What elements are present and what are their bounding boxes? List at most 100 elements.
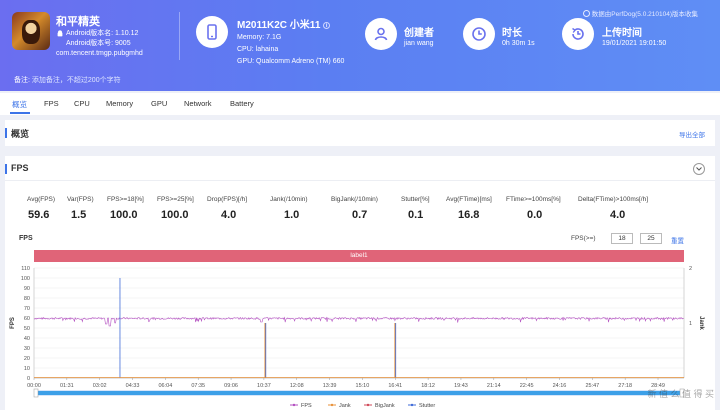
- duration-label: 时长: [502, 28, 522, 39]
- report-header: 和平精英 Android版本名: 1.10.12 Android版本号: 900…: [0, 0, 720, 91]
- x-tick-label: 19:43: [454, 383, 468, 389]
- android-icon: [57, 30, 63, 37]
- metric-label: Drop(FPS)[/h]: [207, 196, 248, 203]
- card-divider: [5, 180, 715, 181]
- android-version-name: Android版本名: 1.10.12: [66, 30, 139, 37]
- metric-value: 1.0: [284, 209, 300, 221]
- active-tab-indicator: [10, 112, 30, 114]
- note-field[interactable]: 备注: 添加备注，不超过200个字符: [14, 75, 121, 85]
- metric-label: Stutter[%]: [401, 196, 430, 203]
- x-tick-label: 24:16: [553, 383, 567, 389]
- metric-label: Jank(/10min): [270, 196, 308, 203]
- x-tick-label: 21:14: [487, 383, 501, 389]
- metric-label: BigJank(/10min): [331, 196, 378, 203]
- y-tick-label: 80: [24, 296, 30, 302]
- tab-network[interactable]: Network: [184, 99, 212, 108]
- clock-icon: [463, 18, 495, 50]
- y2-tick-label: 2: [689, 266, 692, 272]
- x-tick-label: 09:06: [224, 383, 238, 389]
- x-tick-label: 13:39: [323, 383, 337, 389]
- legend-dot: [330, 403, 334, 407]
- x-tick-label: 00:00: [27, 383, 41, 389]
- section-marker: [5, 128, 7, 138]
- app-name: 和平精英: [56, 16, 100, 28]
- metric-label: FPS>=18[%]: [107, 196, 144, 203]
- app-meta: Android版本名: 1.10.12 Android版本号: 9005 com…: [56, 29, 143, 59]
- fps-threshold-input-1[interactable]: [611, 233, 633, 244]
- metric-label: Avg(FPS): [27, 196, 56, 203]
- label-bar[interactable]: label1: [34, 250, 684, 262]
- tab-gpu[interactable]: GPU: [151, 99, 167, 108]
- package-name: com.tencent.tmgp.pubgmhd: [56, 50, 143, 57]
- header-divider: [179, 12, 180, 60]
- y-tick-label: 60: [24, 316, 30, 322]
- metric-value: 1.5: [71, 209, 87, 221]
- x-tick-label: 22:45: [520, 383, 534, 389]
- y2-axis-label: Jank: [698, 316, 704, 330]
- info-icon[interactable]: i: [323, 22, 331, 29]
- tab-cpu[interactable]: CPU: [74, 99, 90, 108]
- x-tick-label: 15:10: [356, 383, 370, 389]
- metric-value: 100.0: [110, 209, 138, 221]
- x-tick-label: 06:04: [158, 383, 172, 389]
- device-model: M2011K2C 小米11 i: [237, 16, 331, 31]
- x-tick-label: 10:37: [257, 383, 271, 389]
- tab-fps[interactable]: FPS: [44, 99, 59, 108]
- metric-value: 0.7: [352, 209, 368, 221]
- y-tick-label: 0: [27, 376, 30, 382]
- tab-memory[interactable]: Memory: [106, 99, 133, 108]
- y-tick-label: 90: [24, 286, 30, 292]
- y-tick-label: 30: [24, 346, 30, 352]
- y-tick-label: 50: [24, 326, 30, 332]
- legend-label: Jank: [339, 403, 351, 409]
- metric-value: 4.0: [221, 209, 237, 221]
- android-version-code: Android版本号: 9005: [66, 40, 131, 47]
- watermark: 新 值 么 值 得 买: [647, 389, 714, 399]
- legend-label: Stutter: [419, 403, 435, 409]
- tab-bar: 概览 FPS CPU Memory GPU Network Battery: [0, 93, 720, 115]
- chevron-down-icon: [696, 167, 702, 171]
- metric-value: 59.6: [28, 209, 50, 221]
- legend-label: BigJank: [375, 403, 395, 409]
- fps-filter-label: FPS(>=): [571, 235, 596, 242]
- y2-tick-label: 1: [689, 321, 692, 327]
- legend-label: FPS: [301, 403, 312, 409]
- x-tick-label: 07:35: [191, 383, 205, 389]
- fps-threshold-input-2[interactable]: [640, 233, 662, 244]
- creator-value: jian wang: [404, 40, 434, 47]
- x-tick-label: 18:12: [421, 383, 435, 389]
- collapse-button[interactable]: [693, 163, 705, 175]
- upload-value: 19/01/2021 19:01:50: [602, 40, 667, 47]
- x-tick-label: 25:47: [585, 383, 599, 389]
- range-handle-left: [33, 388, 39, 398]
- x-tick-label: 16:41: [388, 383, 402, 389]
- report-source-tag: 数据由PerfDog(5.0.210104)版本收集: [582, 8, 698, 18]
- fps-chart[interactable]: 0 10 20 30 40 50 60 70 80 90 100 110 FPS 1 2 Jank 00:0…: [0, 262, 720, 410]
- chart-title: FPS: [19, 235, 33, 242]
- game-icon: [12, 12, 50, 50]
- fps-title: FPS: [11, 163, 29, 173]
- export-all-link[interactable]: 导出全部: [679, 129, 705, 139]
- x-tick-label: 01:31: [60, 383, 74, 389]
- device-gpu: GPU: Qualcomm Adreno (TM) 660: [237, 58, 345, 65]
- metric-label: FPS>=25[%]: [157, 196, 194, 203]
- y-tick-label: 20: [24, 356, 30, 362]
- phone-icon: [196, 16, 228, 48]
- time-range-thumb: [38, 391, 680, 395]
- x-tick-label: 04:33: [126, 383, 140, 389]
- fps-series-line: [33, 316, 684, 327]
- legend-dot: [366, 403, 370, 407]
- tab-overview[interactable]: 概览: [12, 99, 27, 110]
- tab-battery[interactable]: Battery: [230, 99, 254, 108]
- metric-label: FTime>=100ms[%]: [506, 196, 561, 203]
- y-axis-label: FPS: [10, 317, 16, 329]
- reset-button[interactable]: 重置: [671, 235, 684, 245]
- creator-label: 创建者: [404, 28, 434, 39]
- metric-label: Avg(FTime)[ms]: [446, 196, 492, 203]
- metric-value: 100.0: [161, 209, 189, 221]
- circle-info-icon: [582, 10, 590, 17]
- device-specs: Memory: 7.1G CPU: lahaina GPU: Qualcomm …: [237, 32, 344, 68]
- metric-label: Var(FPS): [67, 196, 94, 203]
- metric-value: 4.0: [610, 209, 626, 221]
- overview-title: 概览: [11, 129, 30, 139]
